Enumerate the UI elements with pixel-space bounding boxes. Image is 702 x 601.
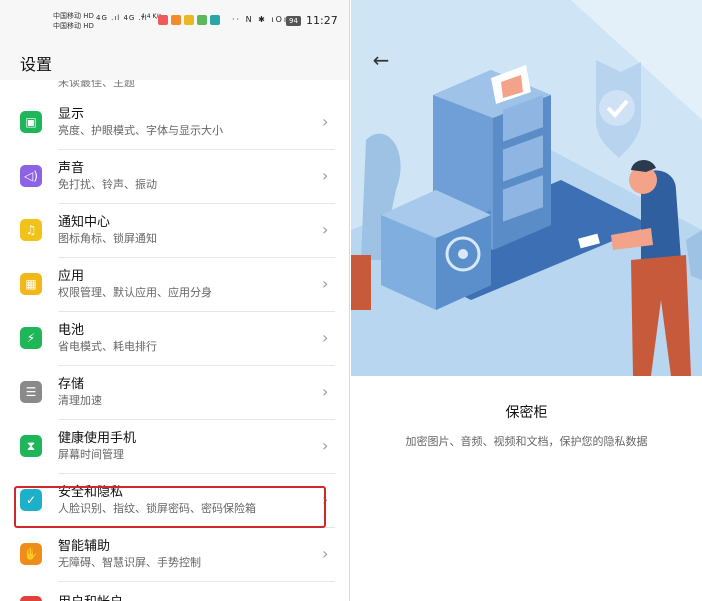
item-subtitle: 无障碍、智慧识屏、手势控制 xyxy=(58,556,201,569)
item-subtitle: 亮度、护眼模式、字体与显示大小 xyxy=(58,124,223,137)
chevron-right-icon: › xyxy=(322,274,329,293)
item-subtitle: 免打扰、铃声、振动 xyxy=(58,178,157,191)
notification-icon xyxy=(184,15,194,25)
settings-item-notifications[interactable]: ♫ 通知中心 图标角标、锁屏通知 › xyxy=(0,204,349,258)
item-subtitle: 省电模式、耗电排行 xyxy=(58,340,157,353)
page-header: 设置 xyxy=(0,44,349,80)
item-title: 通知中心 xyxy=(58,215,111,230)
item-title: 存储 xyxy=(58,377,85,392)
detail-description: 加密图片、音频、视频和文档，保护您的隐私数据 xyxy=(405,435,648,448)
shield-icon: ✓ xyxy=(20,489,42,511)
settings-item-users-accounts[interactable]: 用户和帐户 xyxy=(0,582,349,601)
item-title: 电池 xyxy=(58,323,85,338)
notification-icons xyxy=(158,15,220,25)
hero-illustration xyxy=(351,0,702,376)
detail-title: 保密柜 xyxy=(505,405,548,421)
chevron-right-icon: › xyxy=(322,328,329,347)
chevron-right-icon: › xyxy=(322,544,329,563)
page-title: 设置 xyxy=(20,55,53,74)
item-subtitle: 屏幕时间管理 xyxy=(58,448,124,461)
settings-item-sound[interactable]: ◁) 声音 免打扰、铃声、振动 › xyxy=(0,150,349,204)
sound-icon: ◁) xyxy=(20,165,42,187)
item-title: 安全和隐私 xyxy=(58,485,124,500)
back-arrow-icon[interactable]: ← xyxy=(369,48,393,72)
chevron-right-icon: › xyxy=(322,436,329,455)
chevron-right-icon: › xyxy=(322,220,329,239)
chevron-right-icon: › xyxy=(322,382,329,401)
settings-item-smart-assistance[interactable]: ✋ 智能辅助 无障碍、智慧识屏、手势控制 › xyxy=(0,528,349,582)
settings-item-battery[interactable]: ⚡ 电池 省电模式、耗电排行 › xyxy=(0,312,349,366)
carrier-info: 中国移动 HD 中国移动 HD xyxy=(53,12,94,30)
item-title: 智能辅助 xyxy=(58,539,111,554)
settings-list: ▣ 显示 亮度、护眼模式、字体与显示大小 › ◁) 声音 免打扰、铃声、振动 ›… xyxy=(0,96,349,601)
settings-item-apps[interactable]: ▦ 应用 权限管理、默认应用、应用分身 › xyxy=(0,258,349,312)
hourglass-icon: ⧗ xyxy=(20,435,42,457)
item-title: 声音 xyxy=(58,161,85,176)
apps-icon: ▦ xyxy=(20,273,42,295)
vault-illustration xyxy=(351,0,702,376)
chevron-right-icon: › xyxy=(322,112,329,131)
status-time: 11:27 xyxy=(306,14,338,27)
settings-item-security-privacy[interactable]: ✓ 安全和隐私 人脸识别、指纹、锁屏密码、密码保险箱 › xyxy=(0,474,349,528)
settings-panel: 中国移动 HD 中国移动 HD 4G .ıl 4G .ıl 4.4 K/s ··… xyxy=(0,0,350,601)
partial-list-item[interactable]: 未读最佳、主题 xyxy=(0,80,349,96)
battery-icon: ⚡ xyxy=(20,327,42,349)
item-title: 应用 xyxy=(58,269,85,284)
settings-item-digital-balance[interactable]: ⧗ 健康使用手机 屏幕时间管理 › xyxy=(0,420,349,474)
item-title: 健康使用手机 xyxy=(58,431,137,446)
chevron-right-icon: › xyxy=(322,166,329,185)
item-subtitle: 清理加速 xyxy=(58,394,102,407)
display-icon: ▣ xyxy=(20,111,42,133)
status-bar: 中国移动 HD 中国移动 HD 4G .ıl 4G .ıl 4.4 K/s ··… xyxy=(0,0,349,44)
item-title: 显示 xyxy=(58,107,85,122)
item-subtitle: 人脸识别、指纹、锁屏密码、密码保险箱 xyxy=(58,502,256,515)
notification-icon xyxy=(197,15,207,25)
item-subtitle: 权限管理、默认应用、应用分身 xyxy=(58,286,212,299)
battery-indicator: 94 xyxy=(286,16,301,26)
item-subtitle: 图标角标、锁屏通知 xyxy=(58,232,157,245)
vault-detail-panel: ← 保密柜 加密图片、音频、视频和文档，保护您的隐私数据 xyxy=(351,0,702,601)
settings-item-storage[interactable]: ☰ 存储 清理加速 › xyxy=(0,366,349,420)
bell-icon: ♫ xyxy=(20,219,42,241)
settings-item-display[interactable]: ▣ 显示 亮度、护眼模式、字体与显示大小 › xyxy=(0,96,349,150)
notification-icon xyxy=(171,15,181,25)
hand-icon: ✋ xyxy=(20,543,42,565)
notification-icon xyxy=(210,15,220,25)
chevron-right-icon: › xyxy=(322,490,329,509)
notification-icon xyxy=(158,15,168,25)
storage-icon: ☰ xyxy=(20,381,42,403)
system-icons: ·· N ✱ ıOı xyxy=(232,15,289,24)
network-signal: 4G .ıl 4G .ıl xyxy=(96,14,148,22)
user-icon xyxy=(20,596,42,601)
